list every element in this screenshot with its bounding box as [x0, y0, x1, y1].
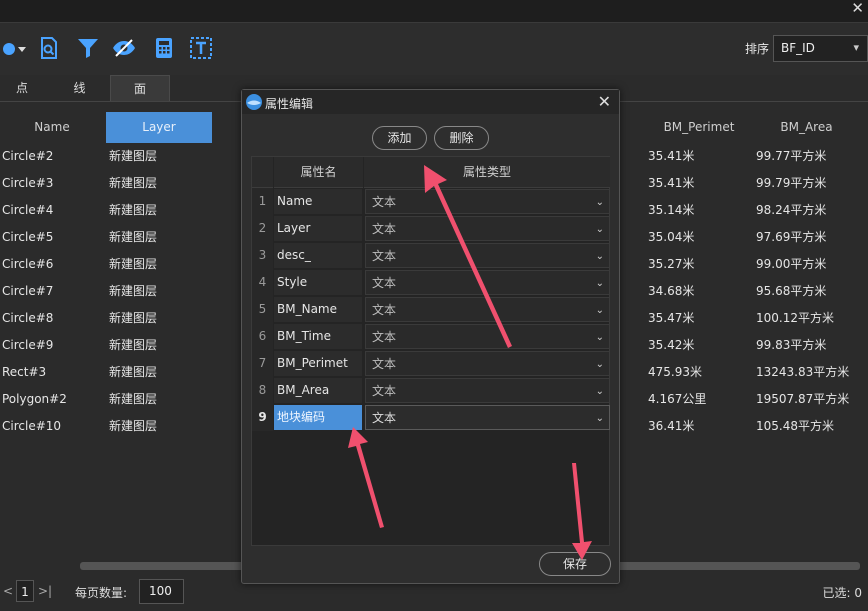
annotation-arrow-add: [424, 165, 512, 348]
annotation-arrow-field: [348, 427, 384, 528]
annotation-arrow-save: [572, 463, 592, 560]
annotation-arrows: [348, 165, 592, 560]
